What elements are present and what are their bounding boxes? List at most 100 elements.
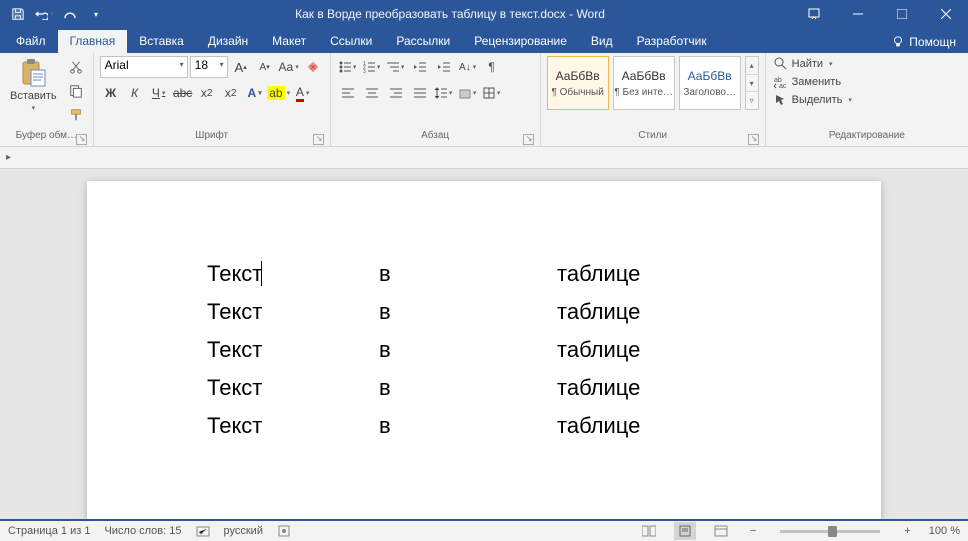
justify-icon[interactable] (409, 82, 431, 104)
search-icon (774, 57, 788, 71)
macro-icon[interactable] (277, 524, 291, 538)
zoom-out-icon[interactable]: − (746, 525, 760, 537)
subscript-icon[interactable]: x2 (196, 82, 218, 104)
qat-customize-icon[interactable]: ▾ (84, 3, 108, 25)
page[interactable]: Текст в таблице Текст в таблице Текст в … (87, 181, 881, 519)
zoom-in-icon[interactable]: + (900, 525, 914, 537)
view-read-icon[interactable] (638, 522, 660, 540)
sort-icon[interactable]: A↓ (457, 56, 479, 78)
tab-references[interactable]: Ссылки (318, 30, 384, 53)
underline-button[interactable]: Ч (148, 82, 170, 104)
highlight-icon[interactable]: ab (268, 82, 290, 104)
nav-pane-toggle-icon[interactable]: ▸ (6, 152, 11, 163)
group-clipboard-label: Буфер обм… (16, 130, 77, 141)
document-area[interactable]: Текст в таблице Текст в таблице Текст в … (0, 169, 968, 519)
style-no-spacing[interactable]: АаБбВв ¶ Без инте… (613, 56, 675, 110)
align-right-icon[interactable] (385, 82, 407, 104)
multilevel-icon[interactable] (385, 56, 407, 78)
align-left-icon[interactable] (337, 82, 359, 104)
table-row: Текст в таблице (207, 299, 761, 325)
undo-icon[interactable] (32, 3, 56, 25)
shrink-font-icon[interactable]: A▾ (254, 56, 276, 78)
status-words[interactable]: Число слов: 15 (104, 525, 181, 537)
font-launcher[interactable] (313, 134, 324, 145)
tab-design[interactable]: Дизайн (196, 30, 260, 53)
styles-launcher[interactable] (748, 134, 759, 145)
align-center-icon[interactable] (361, 82, 383, 104)
status-language[interactable]: русский (224, 525, 263, 537)
group-paragraph: 123 A↓ ¶ Абзац (331, 53, 541, 146)
table-row: Текст в таблице (207, 413, 761, 439)
font-size-combo[interactable]: 18 (190, 56, 228, 78)
group-styles: АаБбВв ¶ Обычный АаБбВв ¶ Без инте… АаБб… (541, 53, 766, 146)
group-clipboard: Вставить ▾ Буфер обм… (0, 53, 94, 146)
view-web-icon[interactable] (710, 522, 732, 540)
format-painter-icon[interactable] (65, 104, 87, 126)
status-page[interactable]: Страница 1 из 1 (8, 525, 90, 537)
ribbon-options-icon[interactable] (792, 0, 836, 28)
tab-view[interactable]: Вид (579, 30, 625, 53)
ribbon: Вставить ▾ Буфер обм… Arial 18 A▴ A▾ Aa … (0, 53, 968, 147)
text-effects-icon[interactable]: A (244, 82, 266, 104)
group-styles-label: Стили (638, 130, 667, 141)
styles-expand-icon[interactable]: ▿ (746, 92, 758, 109)
styles-scroll-up-icon[interactable]: ▴ (746, 57, 758, 75)
tab-insert[interactable]: Вставка (127, 30, 196, 53)
zoom-slider[interactable] (780, 530, 880, 533)
proofing-icon[interactable] (196, 524, 210, 538)
tell-me-search[interactable]: Помощн (885, 35, 968, 53)
change-case-icon[interactable]: Aa (278, 56, 300, 78)
zoom-thumb[interactable] (828, 526, 837, 537)
superscript-icon[interactable]: x2 (220, 82, 242, 104)
tab-review[interactable]: Рецензирование (462, 30, 579, 53)
grow-font-icon[interactable]: A▴ (230, 56, 252, 78)
paragraph-launcher[interactable] (523, 134, 534, 145)
window-title: Как в Ворде преобразовать таблицу в текс… (108, 7, 792, 21)
close-icon[interactable] (924, 0, 968, 28)
view-print-icon[interactable] (674, 522, 696, 540)
table-row: Текст в таблице (207, 375, 761, 401)
cut-icon[interactable] (65, 56, 87, 78)
find-button[interactable]: Найти▾ (772, 56, 835, 72)
group-editing-label: Редактирование (829, 130, 905, 141)
zoom-level[interactable]: 100 % (929, 525, 960, 537)
maximize-icon[interactable] (880, 0, 924, 28)
increase-indent-icon[interactable] (433, 56, 455, 78)
clear-format-icon[interactable] (302, 56, 324, 78)
font-name-combo[interactable]: Arial (100, 56, 188, 78)
bold-button[interactable]: Ж (100, 82, 122, 104)
select-button[interactable]: Выделить▾ (772, 92, 854, 108)
styles-scroll-down-icon[interactable]: ▾ (746, 75, 758, 93)
svg-text:ac: ac (779, 83, 787, 89)
clipboard-launcher[interactable] (76, 134, 87, 145)
shading-icon[interactable] (457, 82, 479, 104)
font-color-icon[interactable]: A (292, 82, 314, 104)
group-font: Arial 18 A▴ A▾ Aa Ж К Ч abc x2 x2 A ab A… (94, 53, 331, 146)
tab-developer[interactable]: Разработчик (625, 30, 719, 53)
line-spacing-icon[interactable] (433, 82, 455, 104)
decrease-indent-icon[interactable] (409, 56, 431, 78)
tab-home[interactable]: Главная (58, 30, 128, 53)
copy-icon[interactable] (65, 80, 87, 102)
paste-button[interactable]: Вставить ▾ (6, 56, 61, 114)
ruler-bar: ▸ (0, 147, 968, 169)
styles-gallery-nav: ▴ ▾ ▿ (745, 56, 759, 110)
tab-layout[interactable]: Макет (260, 30, 318, 53)
redo-icon[interactable] (58, 3, 82, 25)
borders-icon[interactable] (481, 82, 503, 104)
select-icon (774, 93, 788, 107)
minimize-icon[interactable] (836, 0, 880, 28)
replace-icon: abac (774, 75, 788, 89)
strikethrough-icon[interactable]: abc (172, 82, 194, 104)
status-bar: Страница 1 из 1 Число слов: 15 русский −… (0, 519, 968, 541)
tab-mailings[interactable]: Рассылки (384, 30, 462, 53)
numbering-icon[interactable]: 123 (361, 56, 383, 78)
replace-button[interactable]: abac Заменить (772, 74, 843, 90)
bullets-icon[interactable] (337, 56, 359, 78)
style-normal[interactable]: АаБбВв ¶ Обычный (547, 56, 609, 110)
save-icon[interactable] (6, 3, 30, 25)
tab-file[interactable]: Файл (4, 30, 58, 53)
show-marks-icon[interactable]: ¶ (481, 56, 503, 78)
style-heading1[interactable]: АаБбВв Заголово… (679, 56, 741, 110)
italic-button[interactable]: К (124, 82, 146, 104)
